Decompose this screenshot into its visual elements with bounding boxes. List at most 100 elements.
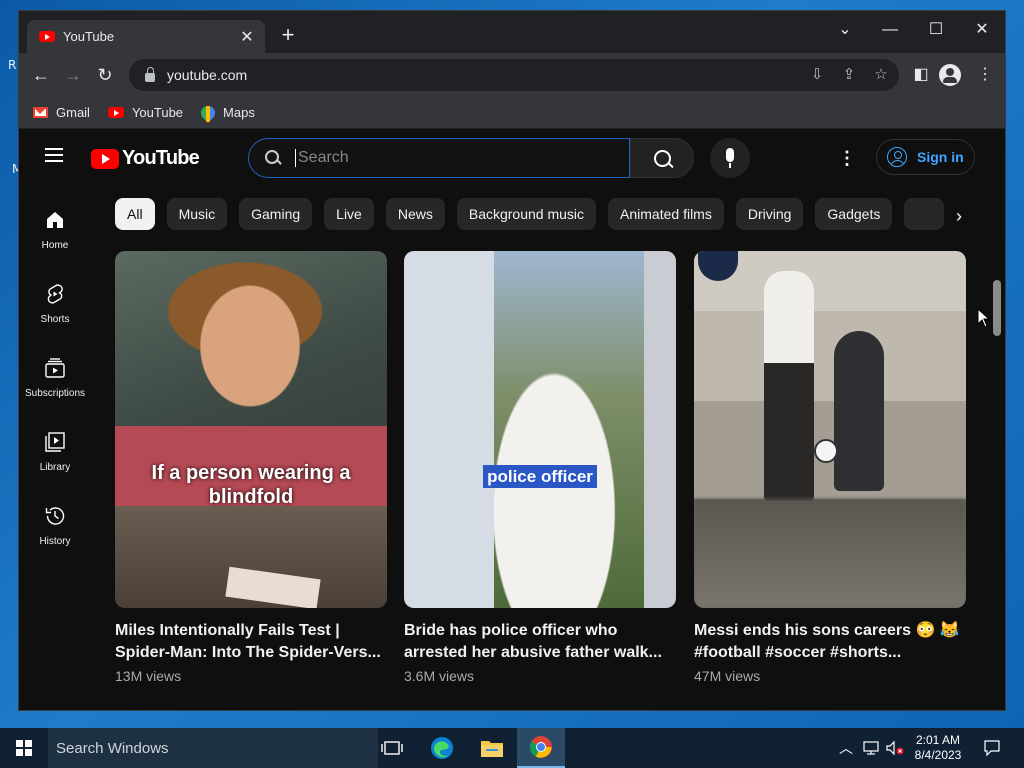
taskbar: Search Windows ︿ 2:01 AM 8/4/2023 (0, 728, 1024, 768)
maps-icon (198, 102, 218, 123)
mouse-cursor-icon (977, 308, 989, 328)
sidebar-item-label: History (39, 536, 71, 547)
title-bar: YouTube ✕ + ⌄ — ☐ ✕ (19, 11, 1005, 53)
back-button[interactable]: ← (27, 61, 55, 89)
video-views: 3.6M views (404, 668, 475, 684)
volume-muted-icon[interactable] (884, 728, 906, 768)
chrome-taskbar-icon[interactable] (517, 728, 565, 768)
video-title[interactable]: Messi ends his sons careers 😳 😹 #footbal… (694, 620, 966, 664)
menu-hamburger-icon[interactable] (45, 148, 63, 162)
thumbnail-caption: If a person wearing a blindfold (151, 462, 351, 508)
bookmark-label: Maps (223, 105, 255, 120)
lock-icon (145, 66, 155, 82)
clock-date: 8/4/2023 (914, 748, 962, 762)
sidebar-item-shorts[interactable]: Shorts (19, 276, 91, 350)
video-thumbnail[interactable]: police officer (404, 251, 676, 608)
side-panel-icon[interactable]: ◧ (907, 61, 935, 89)
video-title[interactable]: Miles Intentionally Fails Test | Spider-… (115, 620, 387, 664)
sidebar-item-home[interactable]: Home (19, 202, 91, 276)
browser-tab[interactable]: YouTube ✕ (27, 20, 265, 53)
clock[interactable]: 2:01 AM 8/4/2023 (908, 728, 968, 768)
address-bar[interactable]: youtube.com ⇩ ⇪ ☆ (129, 59, 899, 91)
youtube-page: YouTube ⋮ Sign in All Music Gaming Live … (19, 130, 1005, 710)
start-button[interactable] (0, 728, 48, 768)
clock-time: 2:01 AM (915, 733, 961, 747)
youtube-logo[interactable]: YouTube (91, 147, 200, 170)
history-icon (45, 507, 65, 525)
subscriptions-icon (45, 358, 65, 378)
task-view-icon[interactable] (368, 728, 416, 768)
sidebar-item-label: Shorts (40, 314, 70, 325)
search-input[interactable] (295, 149, 595, 167)
browser-menu-icon[interactable]: ⋮ (971, 61, 999, 89)
sign-in-button[interactable]: Sign in (876, 139, 975, 175)
video-card[interactable]: police officer Bride has police officer … (404, 251, 676, 684)
network-icon[interactable] (860, 728, 882, 768)
bookmark-label: YouTube (131, 105, 184, 120)
desktop-icon-label: R (8, 58, 17, 72)
search-button[interactable] (630, 138, 694, 178)
action-center-icon[interactable] (978, 728, 1006, 768)
chips-next-chevron-icon[interactable]: › (949, 206, 969, 227)
windows-logo-icon (16, 740, 32, 756)
tab-title: YouTube (63, 29, 115, 44)
chip-driving[interactable]: Driving (735, 198, 804, 230)
chip-background-music[interactable]: Background music (456, 198, 597, 230)
search-box[interactable] (248, 138, 630, 178)
close-window-button[interactable]: ✕ (962, 15, 1002, 45)
chip-music[interactable]: Music (166, 198, 228, 230)
bookmark-gmail[interactable]: Gmail (33, 105, 90, 120)
page-scrollbar-thumb[interactable] (993, 280, 1001, 336)
share-icon[interactable]: ⇪ (835, 61, 863, 89)
install-app-icon[interactable]: ⇩ (803, 61, 831, 89)
new-tab-button[interactable]: + (275, 23, 301, 49)
sidebar-item-subscriptions[interactable]: Subscriptions (19, 350, 91, 424)
url-text: youtube.com (167, 67, 248, 83)
video-thumbnail[interactable] (694, 251, 966, 608)
settings-kebab-icon[interactable]: ⋮ (837, 148, 857, 168)
taskbar-search[interactable]: Search Windows (48, 728, 378, 768)
forward-button[interactable]: → (59, 61, 87, 89)
filter-chips-bar: All Music Gaming Live News Background mu… (115, 198, 975, 232)
file-explorer-icon[interactable] (468, 728, 516, 768)
chip-animated-films[interactable]: Animated films (608, 198, 724, 230)
voice-search-mic-icon[interactable] (710, 138, 750, 178)
thumbnail-caption: police officer (483, 465, 597, 488)
video-card[interactable]: If a person wearing a blindfold Miles In… (115, 251, 387, 684)
browser-toolbar: ← → ↻ youtube.com ⇩ ⇪ ☆ ◧ ⋮ (19, 53, 1005, 97)
maximize-button[interactable]: ☐ (916, 15, 956, 45)
show-hidden-icons-chevron-icon[interactable]: ︿ (836, 728, 856, 768)
sign-in-label: Sign in (917, 149, 964, 165)
logo-text: YouTube (122, 147, 200, 169)
minimize-button[interactable]: — (870, 15, 910, 45)
edge-browser-icon[interactable] (418, 728, 466, 768)
video-thumbnail[interactable]: If a person wearing a blindfold (115, 251, 387, 608)
chip-news[interactable]: News (385, 198, 445, 230)
tab-search-chevron-icon[interactable]: ⌄ (825, 15, 865, 45)
sidebar-item-label: Subscriptions (24, 388, 86, 399)
chip-gaming[interactable]: Gaming (239, 198, 313, 230)
chip-partial[interactable] (904, 198, 945, 230)
search-icon (265, 150, 281, 166)
sidebar-item-library[interactable]: Library (19, 424, 91, 498)
sidebar-item-label: Library (39, 462, 71, 473)
video-views: 13M views (115, 668, 182, 684)
youtube-icon (107, 107, 124, 118)
chip-live[interactable]: Live (324, 198, 374, 230)
bookmark-label: Gmail (56, 105, 90, 120)
chip-all[interactable]: All (115, 198, 155, 230)
profile-icon[interactable] (939, 64, 961, 86)
bookmark-youtube[interactable]: YouTube (107, 105, 184, 120)
bookmark-maps[interactable]: Maps (198, 102, 255, 123)
sidebar-item-history[interactable]: History (19, 498, 91, 572)
video-card[interactable]: Messi ends his sons careers 😳 😹 #footbal… (694, 251, 966, 684)
reload-button[interactable]: ↻ (91, 61, 119, 89)
library-icon (45, 432, 65, 452)
account-circle-icon (887, 147, 907, 167)
close-tab-icon[interactable]: ✕ (237, 27, 257, 47)
video-title[interactable]: Bride has police officer who arrested he… (404, 620, 676, 664)
bookmark-star-icon[interactable]: ☆ (867, 61, 895, 89)
chip-gadgets[interactable]: Gadgets (815, 198, 893, 230)
shorts-icon (47, 284, 63, 304)
sidebar-item-label: Home (41, 240, 69, 251)
